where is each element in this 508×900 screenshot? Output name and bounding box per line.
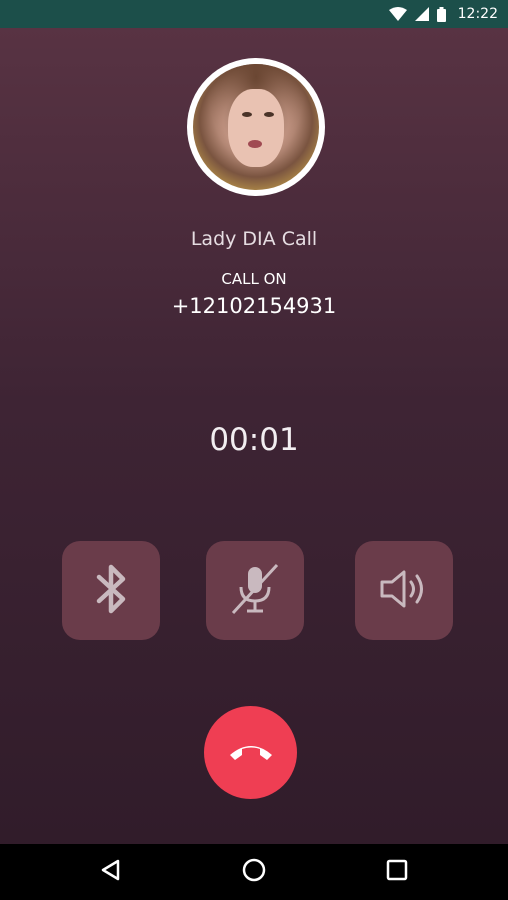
recents-icon xyxy=(385,858,409,886)
back-icon xyxy=(99,858,123,886)
home-button[interactable] xyxy=(240,858,268,886)
speaker-button[interactable] xyxy=(355,541,453,640)
bluetooth-icon xyxy=(91,561,131,621)
recents-button[interactable] xyxy=(383,858,411,886)
call-timer: 00:01 xyxy=(209,422,299,458)
call-status: CALL ON xyxy=(221,270,287,288)
phone-number: +12102154931 xyxy=(171,294,337,318)
battery-icon xyxy=(436,6,446,22)
mute-button[interactable] xyxy=(206,541,304,640)
navigation-bar xyxy=(0,844,508,900)
bluetooth-button[interactable] xyxy=(62,541,160,640)
mic-off-icon xyxy=(225,559,285,623)
caller-avatar xyxy=(187,58,325,196)
cell-signal-icon xyxy=(414,7,429,21)
caller-avatar-photo xyxy=(193,64,319,190)
back-button[interactable] xyxy=(97,858,125,886)
status-time: 12:22 xyxy=(457,6,498,22)
speaker-icon xyxy=(376,564,432,618)
hangup-phone-icon xyxy=(227,739,275,767)
home-icon xyxy=(241,857,267,887)
status-bar: 12:22 xyxy=(0,0,508,28)
wifi-icon xyxy=(388,7,407,21)
caller-name: Lady DIA Call xyxy=(190,228,318,250)
end-call-button[interactable] xyxy=(204,706,297,799)
